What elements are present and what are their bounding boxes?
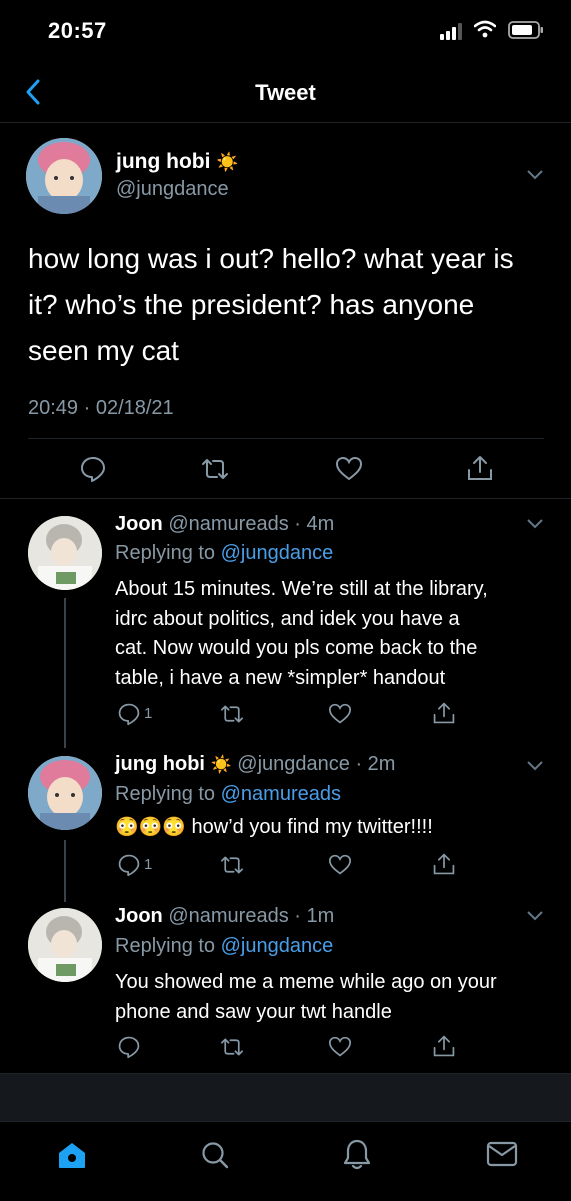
share-icon[interactable] — [432, 852, 456, 876]
chevron-down-icon[interactable] — [526, 169, 544, 181]
heart-icon[interactable] — [328, 854, 352, 876]
author-name[interactable]: Joon — [115, 513, 163, 535]
author-name[interactable]: Joon — [115, 905, 163, 927]
reply-header: jung hobi ☀️ @jungdance · 2m — [115, 753, 395, 776]
reply-icon[interactable] — [117, 853, 141, 877]
timeline-end-spacer — [0, 1073, 571, 1122]
reply-header: Joon @namureads · 1m — [115, 905, 334, 928]
replying-to: Replying to @jungdance — [115, 542, 334, 564]
reply-header: Joon @namureads · 4m — [115, 513, 334, 536]
signal-icon — [440, 23, 462, 40]
chevron-down-icon[interactable] — [526, 518, 544, 530]
divider — [0, 498, 571, 499]
thread-line — [64, 598, 66, 748]
author-handle[interactable]: @namureads — [168, 513, 288, 535]
avatar[interactable] — [28, 756, 102, 830]
reply-text: You showed me a meme while ago on your p… — [115, 971, 497, 1023]
heart-icon[interactable] — [335, 456, 363, 482]
reply-text: About 15 minutes. We’re still at the lib… — [115, 578, 488, 689]
reply-count: 1 — [144, 856, 153, 873]
share-icon[interactable] — [466, 454, 494, 482]
chevron-down-icon[interactable] — [526, 760, 544, 772]
status-time: 20:57 — [48, 18, 107, 43]
reply-icon[interactable] — [117, 702, 141, 726]
author-name[interactable]: jung hobi — [115, 753, 205, 775]
avatar[interactable] — [26, 138, 102, 214]
heart-icon[interactable] — [328, 703, 352, 725]
heart-icon[interactable] — [328, 1036, 352, 1058]
reply-icon[interactable] — [79, 455, 107, 483]
reply-time: · 2m — [355, 753, 396, 775]
retweet-icon[interactable] — [218, 854, 246, 876]
avatar[interactable] — [28, 908, 102, 982]
retweet-icon[interactable] — [199, 456, 231, 482]
thread-line — [64, 840, 66, 902]
replying-to: Replying to @namureads — [115, 783, 341, 805]
reply-icon[interactable] — [117, 1035, 141, 1059]
sun-emoji: ☀️ — [210, 755, 232, 774]
avatar[interactable] — [28, 516, 102, 590]
sun-emoji: ☀️ — [216, 152, 239, 172]
replying-to: Replying to @jungdance — [115, 935, 334, 957]
author-handle[interactable]: @jungdance — [116, 178, 229, 201]
mention-link[interactable]: @jungdance — [221, 935, 334, 957]
wifi-icon — [474, 20, 496, 38]
retweet-icon[interactable] — [218, 703, 246, 725]
bell-icon[interactable] — [342, 1138, 372, 1170]
share-icon[interactable] — [432, 701, 456, 725]
reply-count: 1 — [144, 705, 153, 722]
mention-link[interactable]: @jungdance — [221, 542, 334, 564]
flushed-emoji: 😳😳😳 — [115, 817, 186, 838]
bottom-nav — [0, 1121, 571, 1201]
reply-time: · 4m — [294, 513, 335, 535]
reply-time: · 1m — [294, 905, 335, 927]
mail-icon[interactable] — [486, 1141, 518, 1167]
tweet-timestamp: 20:49 · 02/18/21 — [28, 397, 174, 419]
status-bar: 20:57 — [0, 0, 571, 62]
reply-text: 😳😳😳 how’d you find my twitter!!!! — [115, 816, 433, 838]
author-handle[interactable]: @jungdance — [237, 753, 350, 775]
retweet-icon[interactable] — [218, 1036, 246, 1058]
author-handle[interactable]: @namureads — [168, 905, 288, 927]
home-icon[interactable] — [56, 1140, 88, 1170]
author-name[interactable]: jung hobi ☀️ — [116, 150, 239, 174]
tweet-text: how long was i out? hello? what year is … — [28, 243, 514, 366]
share-icon[interactable] — [432, 1034, 456, 1058]
battery-icon — [508, 21, 543, 39]
search-icon[interactable] — [200, 1140, 230, 1170]
chevron-down-icon[interactable] — [526, 910, 544, 922]
mention-link[interactable]: @namureads — [221, 783, 341, 805]
divider — [28, 438, 544, 439]
page-title: Tweet — [255, 80, 316, 105]
